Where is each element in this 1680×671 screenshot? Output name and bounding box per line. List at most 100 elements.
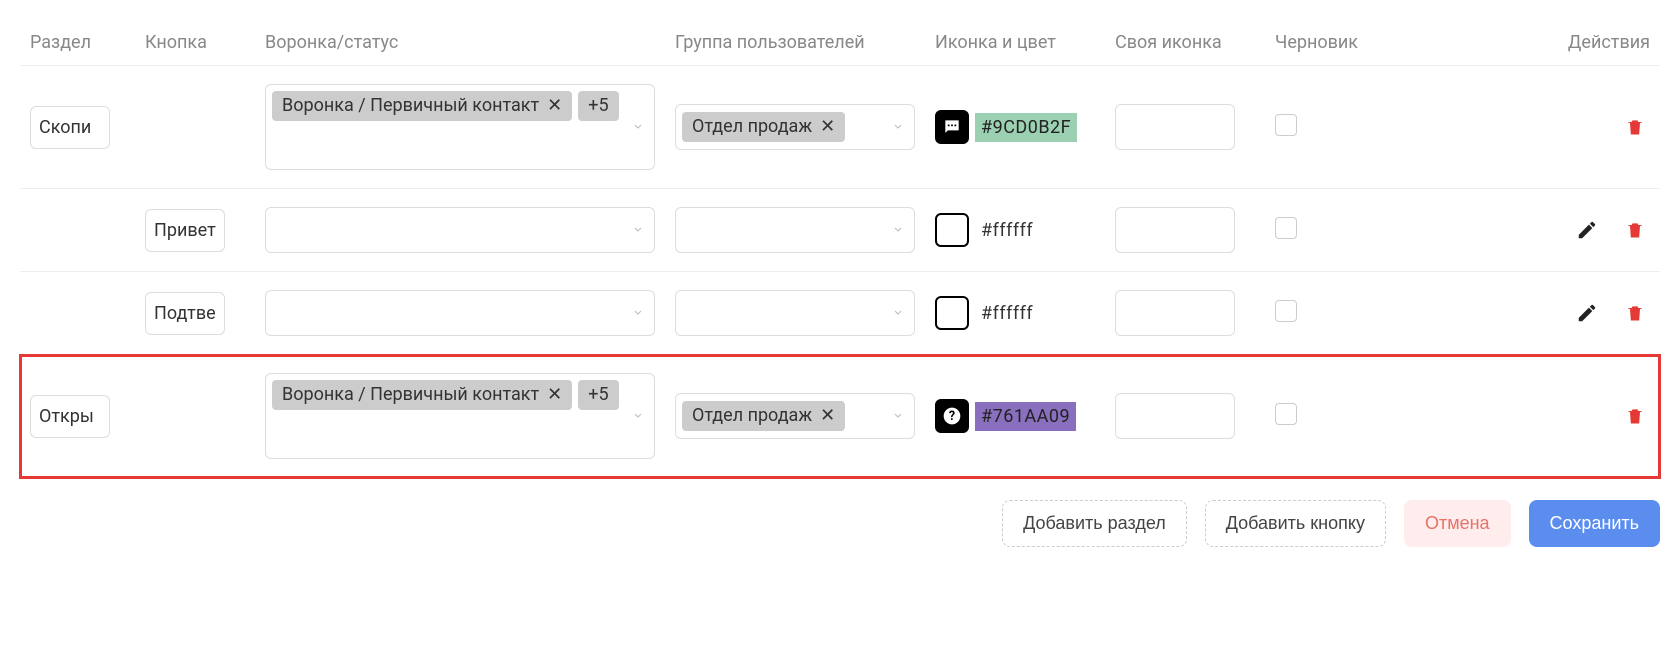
draft-checkbox[interactable] bbox=[1275, 217, 1297, 239]
own-icon-input[interactable] bbox=[1115, 290, 1235, 336]
chevron-down-icon bbox=[632, 220, 644, 241]
tag-chip[interactable]: Отдел продаж ✕ bbox=[682, 401, 845, 431]
funnel-select[interactable]: Воронка / Первичный контакт ✕ +5 bbox=[265, 373, 655, 459]
delete-icon[interactable] bbox=[1620, 298, 1650, 328]
col-header-funnel: Воронка/статус bbox=[255, 20, 665, 66]
col-header-section: Раздел bbox=[20, 20, 135, 66]
cell-group bbox=[665, 272, 925, 355]
cell-section: Скопи bbox=[20, 66, 135, 189]
add-section-button[interactable]: Добавить раздел bbox=[1002, 500, 1187, 547]
chevron-down-icon bbox=[632, 303, 644, 324]
chat-icon[interactable] bbox=[935, 110, 969, 144]
section-value: Откры bbox=[39, 406, 94, 427]
cell-group: Отдел продаж ✕ bbox=[665, 66, 925, 189]
cell-button bbox=[135, 355, 255, 478]
color-code[interactable]: #761AA09 bbox=[975, 402, 1076, 431]
cell-section bbox=[20, 189, 135, 272]
cell-button bbox=[135, 66, 255, 189]
blank-icon-swatch[interactable] bbox=[935, 296, 969, 330]
button-input[interactable]: Подтве bbox=[145, 292, 225, 335]
cell-funnel: Воронка / Первичный контакт ✕ +5 bbox=[255, 66, 665, 189]
button-input[interactable]: Привет bbox=[145, 209, 225, 252]
col-header-iconcolor: Иконка и цвет bbox=[925, 20, 1105, 66]
blank-icon-swatch[interactable] bbox=[935, 213, 969, 247]
cell-actions bbox=[1385, 272, 1660, 355]
cell-draft bbox=[1265, 189, 1385, 272]
cell-draft bbox=[1265, 66, 1385, 189]
close-icon[interactable]: ✕ bbox=[547, 386, 562, 404]
section-input[interactable]: Скопи bbox=[30, 106, 110, 149]
funnel-select[interactable] bbox=[265, 207, 655, 253]
cell-funnel bbox=[255, 189, 665, 272]
group-select[interactable] bbox=[675, 207, 915, 253]
cell-section bbox=[20, 272, 135, 355]
chevron-down-icon bbox=[892, 117, 904, 138]
delete-icon[interactable] bbox=[1620, 215, 1650, 245]
table-row: Скопи Воронка / Первичный контакт ✕ +5 О… bbox=[20, 66, 1660, 189]
cell-ownicon bbox=[1105, 272, 1265, 355]
cell-actions bbox=[1385, 66, 1660, 189]
table-header-row: Раздел Кнопка Воронка/статус Группа поль… bbox=[20, 20, 1660, 66]
col-header-actions: Действия bbox=[1385, 20, 1660, 66]
table-row: Подтве #ffffff bbox=[20, 272, 1660, 355]
cell-draft bbox=[1265, 355, 1385, 478]
cell-funnel bbox=[255, 272, 665, 355]
tag-label: Отдел продаж bbox=[692, 407, 812, 425]
chevron-down-icon bbox=[892, 406, 904, 427]
group-select[interactable] bbox=[675, 290, 915, 336]
own-icon-input[interactable] bbox=[1115, 393, 1235, 439]
close-icon[interactable]: ✕ bbox=[820, 407, 835, 425]
own-icon-input[interactable] bbox=[1115, 207, 1235, 253]
color-code[interactable]: #ffffff bbox=[975, 216, 1039, 245]
color-code[interactable]: #ffffff bbox=[975, 299, 1039, 328]
tag-more[interactable]: +5 bbox=[578, 380, 618, 410]
cell-button: Подтве bbox=[135, 272, 255, 355]
settings-table: Раздел Кнопка Воронка/статус Группа поль… bbox=[20, 20, 1660, 547]
tag-chip[interactable]: Воронка / Первичный контакт ✕ bbox=[272, 91, 572, 121]
chevron-down-icon bbox=[632, 406, 644, 427]
cell-ownicon bbox=[1105, 355, 1265, 478]
cell-button: Привет bbox=[135, 189, 255, 272]
footer-actions: Добавить раздел Добавить кнопку Отмена С… bbox=[20, 500, 1660, 547]
cell-ownicon bbox=[1105, 66, 1265, 189]
save-button[interactable]: Сохранить bbox=[1529, 500, 1660, 547]
cancel-button[interactable]: Отмена bbox=[1404, 500, 1511, 547]
draft-checkbox[interactable] bbox=[1275, 300, 1297, 322]
tag-chip[interactable]: Отдел продаж ✕ bbox=[682, 112, 845, 142]
col-header-draft: Черновик bbox=[1265, 20, 1385, 66]
tag-more[interactable]: +5 bbox=[578, 91, 618, 121]
close-icon[interactable]: ✕ bbox=[547, 97, 562, 115]
close-icon[interactable]: ✕ bbox=[820, 118, 835, 136]
color-code[interactable]: #9CD0B2F bbox=[975, 113, 1077, 142]
add-button-button[interactable]: Добавить кнопку bbox=[1205, 500, 1386, 547]
edit-icon[interactable] bbox=[1572, 298, 1602, 328]
section-input[interactable]: Откры bbox=[30, 395, 110, 438]
cell-iconcolor: #9CD0B2F bbox=[925, 66, 1105, 189]
draft-checkbox[interactable] bbox=[1275, 403, 1297, 425]
button-value: Подтве bbox=[154, 303, 216, 324]
draft-checkbox[interactable] bbox=[1275, 114, 1297, 136]
delete-icon[interactable] bbox=[1620, 112, 1650, 142]
col-header-ownicon: Своя иконка bbox=[1105, 20, 1265, 66]
section-value: Скопи bbox=[39, 117, 91, 138]
cell-iconcolor: ? #761AA09 bbox=[925, 355, 1105, 478]
cell-draft bbox=[1265, 272, 1385, 355]
svg-text:?: ? bbox=[949, 409, 955, 424]
chevron-down-icon bbox=[892, 303, 904, 324]
cell-group: Отдел продаж ✕ bbox=[665, 355, 925, 478]
question-icon[interactable]: ? bbox=[935, 399, 969, 433]
group-select[interactable]: Отдел продаж ✕ bbox=[675, 393, 915, 439]
col-header-group: Группа пользователей bbox=[665, 20, 925, 66]
cell-group bbox=[665, 189, 925, 272]
funnel-select[interactable] bbox=[265, 290, 655, 336]
edit-icon[interactable] bbox=[1572, 215, 1602, 245]
tag-chip[interactable]: Воронка / Первичный контакт ✕ bbox=[272, 380, 572, 410]
funnel-select[interactable]: Воронка / Первичный контакт ✕ +5 bbox=[265, 84, 655, 170]
cell-iconcolor: #ffffff bbox=[925, 272, 1105, 355]
cell-funnel: Воронка / Первичный контакт ✕ +5 bbox=[255, 355, 665, 478]
tag-label: Отдел продаж bbox=[692, 118, 812, 136]
cell-iconcolor: #ffffff bbox=[925, 189, 1105, 272]
delete-icon[interactable] bbox=[1620, 401, 1650, 431]
group-select[interactable]: Отдел продаж ✕ bbox=[675, 104, 915, 150]
own-icon-input[interactable] bbox=[1115, 104, 1235, 150]
